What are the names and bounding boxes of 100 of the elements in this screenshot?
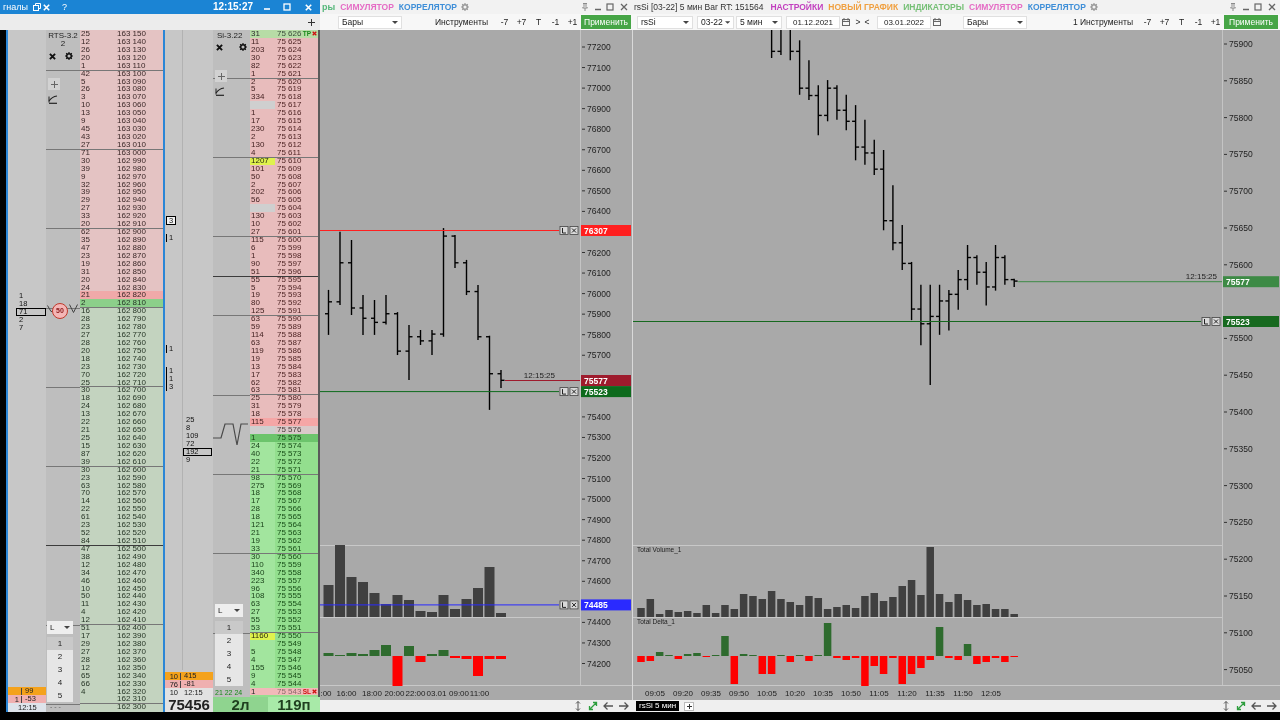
level-item[interactable]: 2: [47, 650, 73, 663]
settings-icon[interactable]: [65, 52, 73, 60]
volume-cell: 27: [80, 140, 115, 149]
prev-button[interactable]: <: [863, 15, 871, 29]
axis-label: 75200: [1229, 554, 1253, 565]
price-cell: 163 030: [115, 125, 163, 133]
step-button[interactable]: +7: [1156, 15, 1173, 29]
level-item[interactable]: 1: [47, 637, 73, 650]
price-cell: 163 090: [115, 77, 163, 86]
expand-icon[interactable]: [588, 701, 598, 711]
pin-icon[interactable]: [581, 3, 589, 11]
close-icon[interactable]: [49, 53, 56, 60]
maximize-icon[interactable]: [606, 3, 614, 11]
next-button[interactable]: >: [854, 15, 862, 29]
trend-line-icon[interactable]: [48, 94, 58, 104]
level-item[interactable]: 1: [215, 621, 243, 634]
step-button[interactable]: -7: [496, 15, 513, 29]
step-button[interactable]: -1: [547, 15, 564, 29]
caret-icon[interactable]: [234, 609, 240, 612]
step-button[interactable]: +1: [1207, 15, 1224, 29]
price-cell: 75 614: [275, 125, 318, 133]
step-button[interactable]: -7: [1139, 15, 1156, 29]
step-button[interactable]: T: [1173, 15, 1190, 29]
volume-cell: 22: [250, 457, 275, 466]
mode-select[interactable]: L: [215, 604, 243, 617]
volume-cell: 19: [250, 291, 275, 300]
l-box-icon[interactable]: [559, 226, 569, 235]
axis-label: 77000: [587, 83, 611, 94]
l-box-icon[interactable]: [559, 387, 569, 396]
maximize-icon[interactable]: [1254, 3, 1262, 11]
caret-icon[interactable]: [772, 20, 778, 24]
close-icon[interactable]: [216, 44, 223, 51]
l-box-icon[interactable]: [559, 600, 569, 610]
price-cell: 75 616: [275, 109, 318, 118]
help-button[interactable]: ?: [61, 0, 68, 14]
calendar-icon[interactable]: [933, 18, 941, 26]
close-icon[interactable]: [569, 600, 579, 610]
close-icon[interactable]: [569, 226, 579, 235]
level-item[interactable]: 3: [215, 647, 243, 660]
resize-vertical-icon[interactable]: [1222, 701, 1230, 711]
close-icon[interactable]: [1268, 3, 1276, 11]
level-item[interactable]: 3: [47, 663, 73, 676]
right-arrow-icon[interactable]: [1266, 701, 1277, 711]
volume-cell: 1207: [250, 156, 275, 165]
resize-vertical-icon[interactable]: [574, 701, 582, 711]
price-cell: 163 060: [115, 101, 163, 110]
date-field[interactable]: 03.01.2022: [877, 15, 931, 29]
symbol-select[interactable]: rsSi: [637, 15, 693, 29]
step-button[interactable]: +7: [513, 15, 530, 29]
mode-select[interactable]: L: [47, 621, 73, 634]
right-arrow-icon[interactable]: [618, 701, 629, 711]
price-cell: 75 581: [275, 386, 318, 395]
restore-icon[interactable]: [33, 3, 41, 11]
price-cell: 75 612: [275, 140, 318, 149]
menu-item[interactable]: НАСТРОЙКИ: [770, 0, 824, 14]
expand-icon[interactable]: [1236, 701, 1246, 711]
left-arrow-icon[interactable]: [603, 701, 614, 711]
pin-icon[interactable]: [1229, 3, 1237, 11]
caret-icon[interactable]: [724, 20, 730, 24]
chart-type-select[interactable]: Бары: [338, 15, 402, 29]
contract-select[interactable]: 03-22: [697, 15, 734, 29]
l-box-icon[interactable]: [1201, 317, 1211, 326]
time-label: 12:15:25: [1185, 272, 1217, 282]
level-item[interactable]: 2: [215, 634, 243, 647]
time-axis-label: 11:00: [469, 689, 490, 698]
caret-icon[interactable]: [392, 20, 398, 24]
volume-cell: 33: [80, 212, 115, 221]
settings-icon[interactable]: [239, 43, 247, 51]
close-icon[interactable]: [620, 3, 628, 11]
level-item[interactable]: 5: [215, 673, 243, 686]
trend-line-icon[interactable]: [215, 86, 225, 96]
price-cell: 162 940: [115, 196, 163, 205]
volume-cell-text: 1: [250, 687, 257, 696]
level-item[interactable]: 5: [47, 689, 73, 702]
date-field[interactable]: 01.12.2021: [786, 15, 840, 29]
volume-cell: 24: [80, 283, 115, 292]
axis-label: 76000: [587, 288, 611, 299]
step-button[interactable]: -1: [1190, 15, 1207, 29]
chart-tab[interactable]: rsSi 5 мин: [636, 701, 680, 711]
axis-label: 75500: [1229, 333, 1253, 344]
close-icon[interactable]: [569, 387, 579, 396]
price-cell: 162 800: [115, 307, 163, 316]
step-button[interactable]: T: [530, 15, 547, 29]
volume-cell: 2: [250, 77, 275, 86]
price-cell: 75 604: [275, 204, 318, 213]
price-cell: 162 880: [115, 243, 163, 252]
caret-icon[interactable]: [1017, 20, 1023, 24]
price-cell: 75 599: [275, 243, 318, 252]
left-arrow-icon[interactable]: [1251, 701, 1262, 711]
price-cell: 75 602: [275, 220, 318, 229]
calendar-icon[interactable]: [842, 18, 850, 26]
close-icon[interactable]: [1211, 317, 1221, 326]
chart-type-select[interactable]: Бары: [963, 15, 1027, 29]
step-button[interactable]: +1: [564, 15, 581, 29]
timeframe-select[interactable]: 5 мин: [736, 15, 782, 29]
price-cell: 162 860: [115, 259, 163, 268]
level-item[interactable]: 4: [215, 660, 243, 673]
caret-icon[interactable]: [683, 20, 689, 24]
plus-icon[interactable]: [308, 18, 315, 26]
level-item[interactable]: 4: [47, 676, 73, 689]
